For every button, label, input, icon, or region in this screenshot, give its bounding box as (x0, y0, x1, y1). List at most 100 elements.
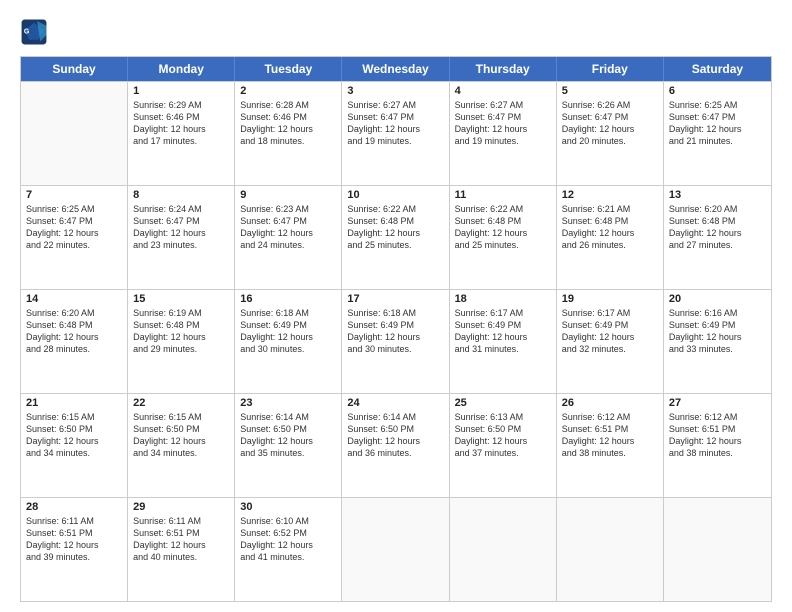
day-number: 25 (455, 397, 551, 409)
cell-info-line: Sunset: 6:49 PM (240, 319, 336, 331)
cell-info-line: Sunrise: 6:25 AM (669, 99, 766, 111)
cal-cell-day-4: 4Sunrise: 6:27 AMSunset: 6:47 PMDaylight… (450, 82, 557, 185)
cell-info-line: Sunset: 6:50 PM (240, 423, 336, 435)
cal-cell-day-5: 5Sunrise: 6:26 AMSunset: 6:47 PMDaylight… (557, 82, 664, 185)
col-header-saturday: Saturday (664, 57, 771, 81)
cell-info-line: Sunrise: 6:29 AM (133, 99, 229, 111)
cell-info-line: Sunset: 6:47 PM (240, 215, 336, 227)
cell-info-line: Sunset: 6:48 PM (562, 215, 658, 227)
day-number: 28 (26, 501, 122, 513)
cal-cell-day-16: 16Sunrise: 6:18 AMSunset: 6:49 PMDayligh… (235, 290, 342, 393)
page: G SundayMondayTuesdayWednesdayThursdayFr… (0, 0, 792, 612)
cell-info-line: Sunset: 6:46 PM (133, 111, 229, 123)
cell-info-line: Sunrise: 6:18 AM (347, 307, 443, 319)
day-number: 5 (562, 85, 658, 97)
day-number: 12 (562, 189, 658, 201)
day-number: 16 (240, 293, 336, 305)
cell-info-line: and 39 minutes. (26, 551, 122, 563)
cell-info-line: and 30 minutes. (347, 343, 443, 355)
cal-cell-empty (557, 498, 664, 601)
day-number: 23 (240, 397, 336, 409)
day-number: 20 (669, 293, 766, 305)
cell-info-line: and 30 minutes. (240, 343, 336, 355)
cell-info-line: and 26 minutes. (562, 239, 658, 251)
day-number: 14 (26, 293, 122, 305)
day-number: 18 (455, 293, 551, 305)
cell-info-line: Sunset: 6:50 PM (455, 423, 551, 435)
cell-info-line: Sunset: 6:47 PM (133, 215, 229, 227)
cell-info-line: Sunset: 6:49 PM (562, 319, 658, 331)
day-number: 30 (240, 501, 336, 513)
cal-cell-day-10: 10Sunrise: 6:22 AMSunset: 6:48 PMDayligh… (342, 186, 449, 289)
cell-info-line: Sunrise: 6:15 AM (133, 411, 229, 423)
cal-cell-day-21: 21Sunrise: 6:15 AMSunset: 6:50 PMDayligh… (21, 394, 128, 497)
cell-info-line: Sunrise: 6:22 AM (455, 203, 551, 215)
cell-info-line: Sunrise: 6:23 AM (240, 203, 336, 215)
cell-info-line: Daylight: 12 hours (133, 435, 229, 447)
cell-info-line: Daylight: 12 hours (455, 227, 551, 239)
cal-cell-day-12: 12Sunrise: 6:21 AMSunset: 6:48 PMDayligh… (557, 186, 664, 289)
cell-info-line: Daylight: 12 hours (133, 123, 229, 135)
cell-info-line: Daylight: 12 hours (669, 123, 766, 135)
logo: G (20, 18, 50, 46)
cell-info-line: and 18 minutes. (240, 135, 336, 147)
cell-info-line: Daylight: 12 hours (347, 435, 443, 447)
col-header-friday: Friday (557, 57, 664, 81)
cal-cell-day-28: 28Sunrise: 6:11 AMSunset: 6:51 PMDayligh… (21, 498, 128, 601)
cell-info-line: Daylight: 12 hours (347, 227, 443, 239)
cell-info-line: Sunrise: 6:17 AM (562, 307, 658, 319)
cell-info-line: Daylight: 12 hours (133, 331, 229, 343)
cell-info-line: Daylight: 12 hours (26, 331, 122, 343)
cell-info-line: Daylight: 12 hours (347, 123, 443, 135)
cell-info-line: and 22 minutes. (26, 239, 122, 251)
cell-info-line: Sunset: 6:48 PM (133, 319, 229, 331)
cell-info-line: Daylight: 12 hours (455, 435, 551, 447)
day-number: 10 (347, 189, 443, 201)
cell-info-line: Sunset: 6:51 PM (26, 527, 122, 539)
cell-info-line: Sunset: 6:48 PM (26, 319, 122, 331)
col-header-monday: Monday (128, 57, 235, 81)
cell-info-line: Sunrise: 6:17 AM (455, 307, 551, 319)
col-header-wednesday: Wednesday (342, 57, 449, 81)
cal-cell-day-23: 23 Sunrise: 6:14 AMSunset: 6:50 PMDayligh… (235, 394, 342, 497)
cal-row-2: 14Sunrise: 6:20 AMSunset: 6:48 PMDayligh… (21, 289, 771, 393)
cell-info-line: and 35 minutes. (240, 447, 336, 459)
cell-info-line: Sunset: 6:47 PM (347, 111, 443, 123)
cal-cell-day-1: 1Sunrise: 6:29 AMSunset: 6:46 PMDaylight… (128, 82, 235, 185)
day-number: 2 (240, 85, 336, 97)
cal-cell-day-29: 29Sunrise: 6:11 AMSunset: 6:51 PMDayligh… (128, 498, 235, 601)
cell-info-line: Sunrise: 6:22 AM (347, 203, 443, 215)
cell-info-line: and 33 minutes. (669, 343, 766, 355)
cell-info-line: Daylight: 12 hours (133, 227, 229, 239)
cell-info-line: Sunset: 6:51 PM (133, 527, 229, 539)
cell-info-line: Sunrise: 6:14 AM (240, 411, 336, 423)
cell-info-line: Sunrise: 6:20 AM (26, 307, 122, 319)
cal-cell-day-26: 26Sunrise: 6:12 AMSunset: 6:51 PMDayligh… (557, 394, 664, 497)
cell-info-line: Daylight: 12 hours (26, 539, 122, 551)
cal-cell-day-25: 25Sunrise: 6:13 AMSunset: 6:50 PMDayligh… (450, 394, 557, 497)
cell-info-line: and 20 minutes. (562, 135, 658, 147)
cell-info-line: and 34 minutes. (26, 447, 122, 459)
day-number: 8 (133, 189, 229, 201)
cal-cell-day-9: 9Sunrise: 6:23 AMSunset: 6:47 PMDaylight… (235, 186, 342, 289)
cell-info-line: Sunset: 6:46 PM (240, 111, 336, 123)
cal-cell-empty (21, 82, 128, 185)
cell-info-line: Sunrise: 6:28 AM (240, 99, 336, 111)
cell-info-line: Sunset: 6:47 PM (669, 111, 766, 123)
col-header-tuesday: Tuesday (235, 57, 342, 81)
day-number: 21 (26, 397, 122, 409)
cell-info-line: Daylight: 12 hours (240, 539, 336, 551)
cal-cell-day-30: 30Sunrise: 6:10 AMSunset: 6:52 PMDayligh… (235, 498, 342, 601)
cell-info-line: and 24 minutes. (240, 239, 336, 251)
cal-cell-day-15: 15Sunrise: 6:19 AMSunset: 6:48 PMDayligh… (128, 290, 235, 393)
cell-info-line: Daylight: 12 hours (240, 435, 336, 447)
day-number: 26 (562, 397, 658, 409)
cal-row-1: 7Sunrise: 6:25 AMSunset: 6:47 PMDaylight… (21, 185, 771, 289)
cell-info-line: and 37 minutes. (455, 447, 551, 459)
cell-info-line: Daylight: 12 hours (240, 227, 336, 239)
cell-info-line: Daylight: 12 hours (26, 227, 122, 239)
cell-info-line: Sunset: 6:50 PM (133, 423, 229, 435)
cell-info-line: Sunset: 6:48 PM (669, 215, 766, 227)
cal-cell-empty (450, 498, 557, 601)
cell-info-line: Sunrise: 6:15 AM (26, 411, 122, 423)
